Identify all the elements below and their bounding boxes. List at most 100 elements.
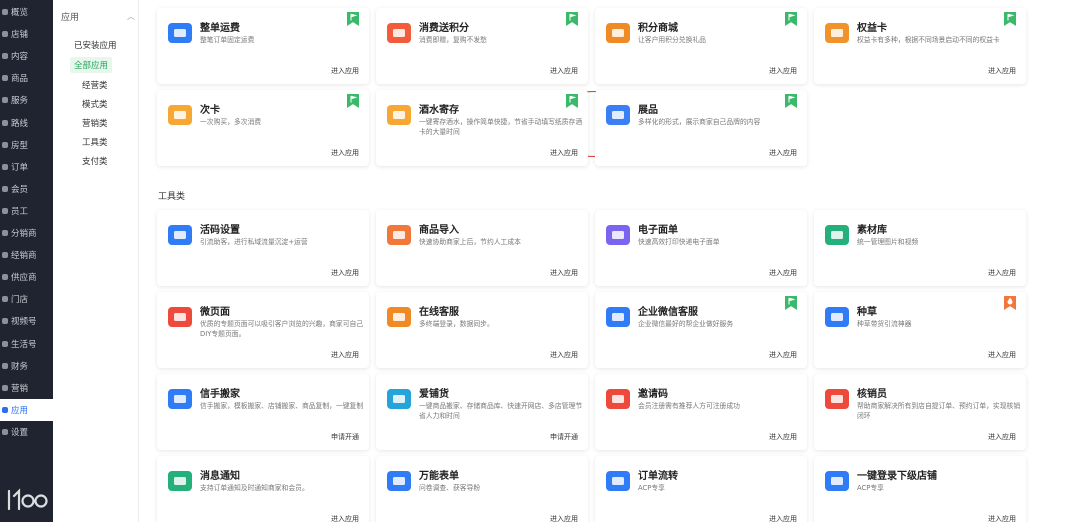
subnav-item-1[interactable]: 全部应用 (70, 57, 113, 73)
enter-app-link[interactable]: 进入应用 (331, 350, 359, 360)
app-card[interactable]: 积分商城 让客户用积分兑换礼品 进入应用 (595, 8, 807, 84)
app-card[interactable]: 电子面单 快速高效打印快递电子面单 进入应用 (595, 210, 807, 286)
subnav-item-2[interactable]: 经营类 (82, 79, 108, 91)
app-name: 次卡 (200, 105, 220, 116)
app-name: 企业微信客服 (638, 307, 698, 318)
app-card[interactable]: 商品导入 快速协助商家上后，节约人工成本 进入应用 (376, 210, 588, 286)
app-desc: 信手搬家，模板搬家、店铺搬家、商品复制，一键复制 (200, 402, 364, 410)
app-card[interactable]: 消费送积分 消费即赠，复购不发愁 进入应用 (376, 8, 588, 84)
app-card[interactable]: 企业微信客服 企业微信最好的帮企业做好服务 进入应用 (595, 292, 807, 368)
enter-app-link[interactable]: 进入应用 (769, 514, 797, 522)
enter-app-link[interactable]: 进入应用 (331, 514, 359, 522)
nav-item-17[interactable]: 营销 (0, 377, 53, 399)
enter-app-link[interactable]: 进入应用 (769, 350, 797, 360)
enter-app-link[interactable]: 进入应用 (550, 350, 578, 360)
nav-item-15[interactable]: 生活号 (0, 333, 53, 355)
app-desc: 会员注册需有推荐人方可注册成功 (638, 402, 740, 410)
nav-item-9[interactable]: 员工 (0, 200, 53, 222)
nav-item-14[interactable]: 视频号 (0, 310, 53, 332)
subnav-item-6[interactable]: 支付类 (82, 155, 108, 167)
app-desc: 多样化的形式，展示商家自己品牌的内容 (638, 118, 761, 126)
app-card[interactable]: 在线客服 多终端登录，数据同步。 进入应用 (376, 292, 588, 368)
enter-app-link[interactable]: 进入应用 (550, 514, 578, 522)
app-card[interactable]: 整单运费 整笔订单固定运费 进入应用 (157, 8, 369, 84)
nav-item-7[interactable]: 订单 (0, 156, 53, 178)
app-name: 展品 (638, 105, 658, 116)
nav-item-12[interactable]: 供应商 (0, 266, 53, 288)
nav-item-label: 商品 (11, 74, 29, 85)
enter-app-link[interactable]: 进入应用 (331, 268, 359, 278)
enter-app-link[interactable]: 进入应用 (769, 432, 797, 442)
app-card[interactable]: 邀请码会员注册需有推荐人方可注册成功进入应用 (595, 374, 807, 450)
nav-item-4[interactable]: 服务 (0, 89, 53, 111)
enter-app-link[interactable]: 进入应用 (769, 148, 797, 158)
subnav-item-0[interactable]: 已安装应用 (74, 39, 117, 51)
app-card[interactable]: 万能表单 问卷调查、获客导粉 进入应用 (376, 456, 588, 522)
nav-item-8[interactable]: 会员 (0, 178, 53, 200)
nav-item-label: 订单 (11, 162, 29, 173)
enter-app-link[interactable]: 申请开通 (331, 432, 359, 442)
nav-icon (2, 141, 8, 148)
enter-app-link[interactable]: 进入应用 (331, 148, 359, 158)
nav-item-18[interactable]: 应用 (0, 398, 53, 421)
app-card[interactable]: 素材库 统一管理图片和视频 进入应用 (814, 210, 1026, 286)
truck-icon (167, 20, 193, 46)
enter-app-link[interactable]: 进入应用 (769, 66, 797, 76)
enter-app-link[interactable]: 进入应用 (988, 66, 1016, 76)
subnav-item-3[interactable]: 模式类 (82, 98, 108, 110)
nav-icon (2, 428, 8, 435)
bell-icon (167, 468, 193, 494)
app-name: 素材库 (857, 225, 887, 236)
app-card[interactable]: 消息通知 支持订单通知及时通知商家和会员。 进入应用 (157, 456, 369, 522)
nav-item-16[interactable]: 财务 (0, 355, 53, 377)
subnav-item-4[interactable]: 营销类 (82, 117, 108, 129)
enter-app-link[interactable]: 进入应用 (550, 268, 578, 278)
app-name: 积分商城 (638, 23, 678, 34)
app-card[interactable]: 信手搬家 信手搬家，模板搬家、店铺搬家、商品复制，一键复制 申请开通 (157, 374, 369, 450)
app-card[interactable]: 活码设置 引流助客，进行私域流量沉淀+运营 进入应用 (157, 210, 369, 286)
nav-item-1[interactable]: 店铺 (0, 23, 53, 45)
app-card[interactable]: 权益卡 权益卡有多种，根据不同场景启动不同的权益卡 进入应用 (814, 8, 1026, 84)
nav-item-6[interactable]: 房型 (0, 134, 53, 156)
nav-item-10[interactable]: 分销商 (0, 222, 53, 244)
nav-item-5[interactable]: 路线 (0, 112, 53, 134)
app-card[interactable]: 爱铺货 一键商品搬家、存储商品库、快速开网店、多店管理节省人力和时间 申请开通 (376, 374, 588, 450)
nav-item-0[interactable]: 概览 (0, 1, 53, 23)
app-card[interactable]: 订单流转 ACP专享 进入应用 (595, 456, 807, 522)
app-card[interactable]: 次卡 一次购买，多次消费 进入应用 (157, 90, 369, 166)
enter-app-link[interactable]: 进入应用 (988, 350, 1016, 360)
app-name: 活码设置 (200, 225, 240, 236)
subnav-header[interactable]: 应用 ︿ (61, 8, 135, 24)
enter-app-link[interactable]: 进入应用 (988, 514, 1016, 522)
flag-badge-icon (566, 12, 578, 26)
enter-app-link[interactable]: 申请开通 (550, 432, 578, 442)
nav-icon (2, 252, 8, 259)
nav-item-13[interactable]: 门店 (0, 288, 53, 310)
app-grid: 工具类 整单运费 整笔订单固定运费 进入应用 消费送积分 消费即赠，复购不发愁 进入应用积… (139, 0, 1080, 522)
app-card[interactable]: 种草 种草带货引流神器 进入应用 (814, 292, 1026, 368)
app-card[interactable]: 核销员 帮助商家解决所有到店自提订单、预约订单，实现核销闭环 进入应用 (814, 374, 1026, 450)
nav-icon (2, 9, 8, 15)
nav-item-label: 房型 (11, 140, 29, 151)
nav-item-label: 员工 (11, 206, 29, 217)
enter-app-link[interactable]: 进入应用 (550, 66, 578, 76)
enter-app-link[interactable]: 进入应用 (550, 148, 578, 158)
app-name: 邀请码 (638, 389, 668, 400)
enter-app-link[interactable]: 进入应用 (331, 66, 359, 76)
app-name: 电子面单 (638, 225, 678, 236)
app-card[interactable]: 酒水寄存 一键寄存酒水，操作简单快捷，节省手动填写纸质存酒卡的大量时间 进入应用 (376, 90, 588, 166)
app-card[interactable]: 展品多样化的形式，展示商家自己品牌的内容进入应用 (595, 90, 807, 166)
nav-item-11[interactable]: 经销商 (0, 244, 53, 266)
nav-icon (2, 406, 8, 413)
enter-app-link[interactable]: 进入应用 (769, 268, 797, 278)
nav-icon (2, 97, 8, 104)
app-card[interactable]: 一键登录下级店铺 ACP专享 进入应用 (814, 456, 1026, 522)
app-desc: 帮助商家解决所有到店自提订单、预约订单，实现核销闭环 (857, 402, 1021, 420)
subnav-item-5[interactable]: 工具类 (82, 136, 108, 148)
app-card[interactable]: 微页面 优质的专题页面可以吸引客户浏览的兴趣，商家可自己DIY专题页面。 进入应用 (157, 292, 369, 368)
nav-item-3[interactable]: 商品 (0, 67, 53, 89)
nav-item-19[interactable]: 设置 (0, 421, 53, 443)
enter-app-link[interactable]: 进入应用 (988, 432, 1016, 442)
enter-app-link[interactable]: 进入应用 (988, 268, 1016, 278)
nav-item-2[interactable]: 内容 (0, 45, 53, 67)
